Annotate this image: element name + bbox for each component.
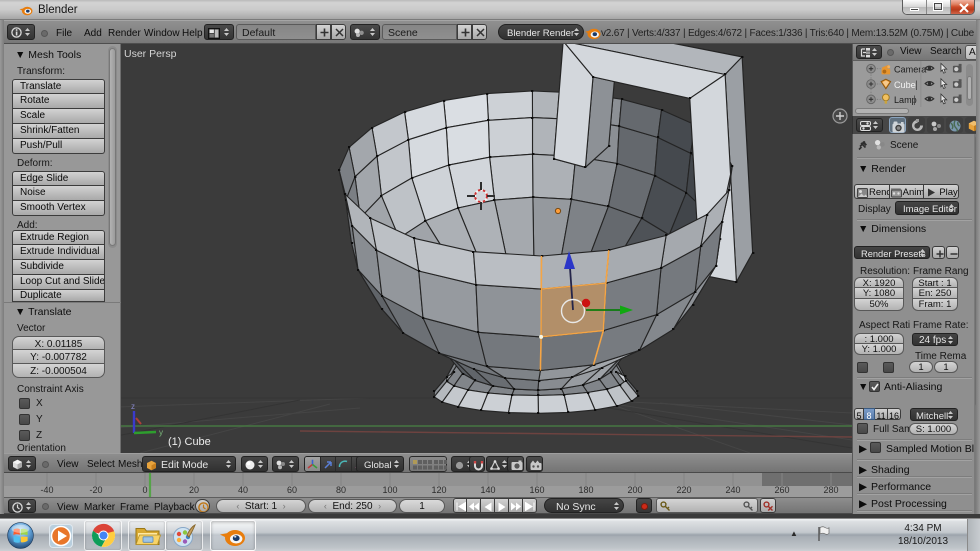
- svg-text:|: |: [913, 95, 916, 106]
- svg-text:0: 0: [142, 485, 147, 495]
- svg-text:-20: -20: [89, 485, 102, 495]
- svg-text:140: 140: [480, 485, 495, 495]
- svg-text:(1) Cube: (1) Cube: [168, 436, 211, 448]
- svg-text:-40: -40: [40, 485, 53, 495]
- svg-text:Cube: Cube: [894, 80, 916, 90]
- svg-text:|: |: [915, 80, 918, 91]
- svg-text:60: 60: [287, 485, 297, 495]
- svg-text:y: y: [159, 428, 163, 437]
- svg-text:100: 100: [382, 485, 397, 495]
- svg-text:User Persp: User Persp: [124, 48, 177, 60]
- svg-text:Camera: Camera: [894, 65, 927, 75]
- svg-text:z: z: [131, 402, 135, 411]
- svg-text:40: 40: [238, 485, 248, 495]
- svg-text:280: 280: [823, 485, 838, 495]
- svg-text:120: 120: [431, 485, 446, 495]
- svg-text:240: 240: [725, 485, 740, 495]
- svg-text:160: 160: [529, 485, 544, 495]
- svg-text:200: 200: [627, 485, 642, 495]
- svg-text:180: 180: [578, 485, 593, 495]
- svg-text:20: 20: [189, 485, 199, 495]
- svg-text:220: 220: [676, 485, 691, 495]
- svg-text:260: 260: [774, 485, 789, 495]
- svg-text:80: 80: [336, 485, 346, 495]
